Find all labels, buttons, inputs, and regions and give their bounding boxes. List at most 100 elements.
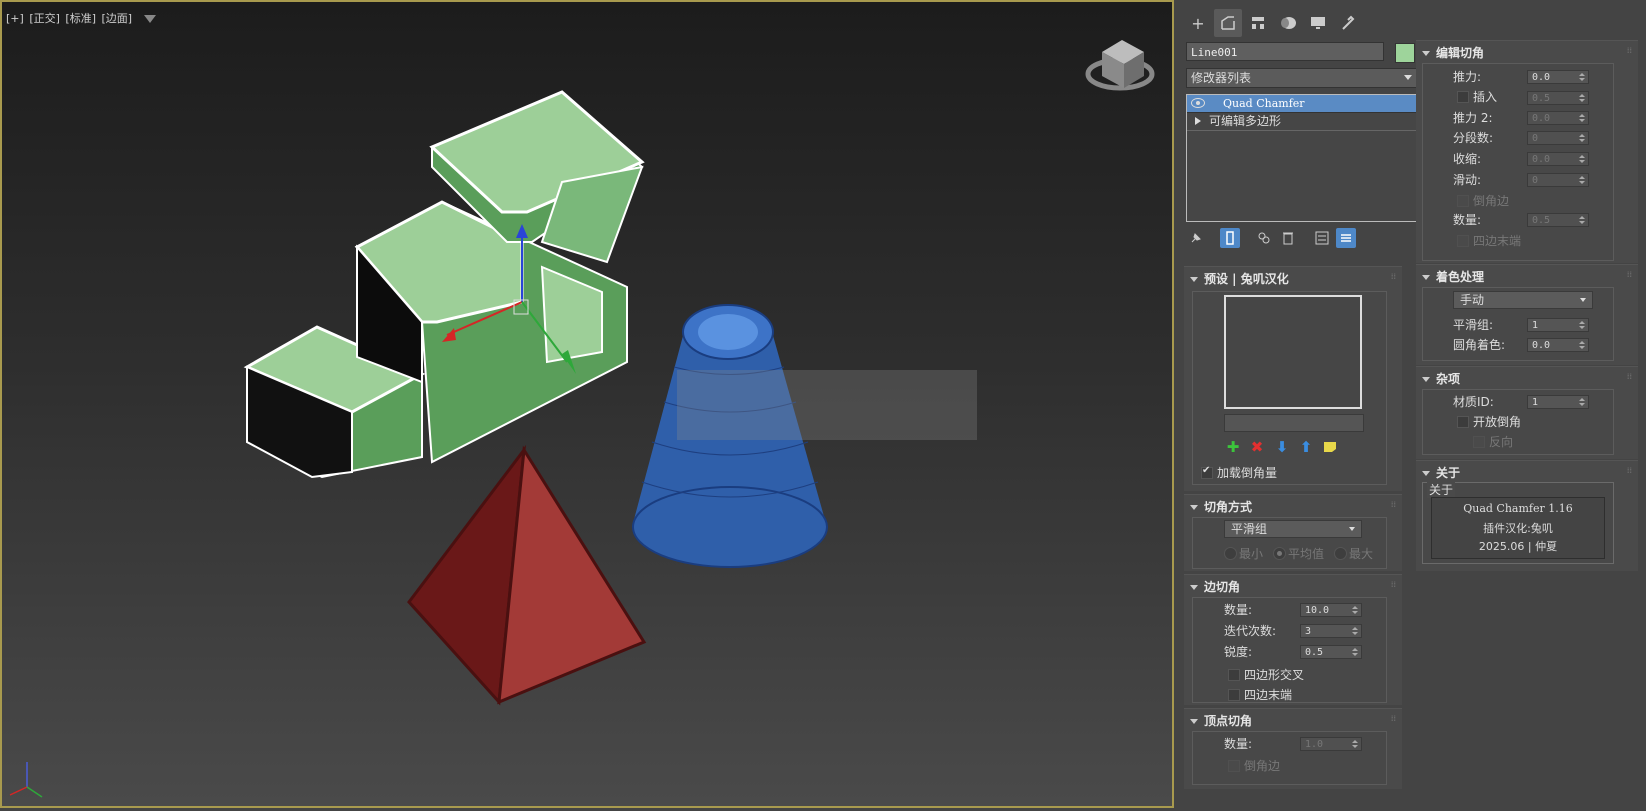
note-icon[interactable] — [1321, 438, 1339, 456]
vertex-amount-spinner[interactable]: 1.0 — [1300, 737, 1362, 751]
viewport-perspective[interactable]: [+] [正交] [标准] [边面] — [0, 0, 1174, 808]
edit-chamfer-rollout: 编辑切角 ⁞⁞ 推力: 0.0 插入 0.5 推力 2: 0.0 分段数: 0 … — [1416, 40, 1638, 263]
chamfer-type-group: 平滑组 最小 平均值 最大 — [1192, 517, 1387, 569]
show-end-result-icon[interactable] — [1220, 228, 1240, 248]
edge-chamfer-rollout: 边切角 ⁞⁞ 数量: 10.0 迭代次数: 3 锐度: 0.5 四边形交叉 四边… — [1184, 574, 1402, 705]
sharpness-spinner[interactable]: 0.5 — [1300, 645, 1362, 659]
iterations-label: 迭代次数: — [1224, 624, 1277, 638]
presets-rollout-header[interactable]: 预设 | 兔叽汉化 — [1190, 270, 1289, 287]
chamfer-type-dropdown[interactable]: 平滑组 — [1224, 520, 1362, 538]
collapse-triangle-icon — [1422, 377, 1430, 382]
about-header[interactable]: 关于 — [1422, 464, 1460, 481]
chamfered-step-object[interactable] — [243, 90, 645, 479]
stack-item-editable-poly[interactable]: 可编辑多边形 — [1187, 113, 1418, 131]
shading-mode-dropdown[interactable]: 手动 — [1453, 291, 1593, 309]
motion-tab-icon[interactable] — [1274, 9, 1302, 37]
slide-spinner[interactable]: 0 — [1527, 173, 1589, 187]
shrink-spinner[interactable]: 0.0 — [1527, 152, 1589, 166]
presets-rollout: 预设 | 兔叽汉化 ⁞⁞ ✚ ✖ ⬇ ⬆ 加载倒角量 — [1184, 266, 1402, 491]
pin-stack-icon[interactable] — [1186, 228, 1206, 248]
iterations-spinner[interactable]: 3 — [1300, 624, 1362, 638]
edge-amount-spinner[interactable]: 10.0 — [1300, 603, 1362, 617]
edit-quad-end-checkbox[interactable] — [1457, 235, 1469, 247]
expand-triangle-icon[interactable] — [1195, 117, 1201, 125]
insert-checkbox[interactable] — [1457, 91, 1469, 103]
radio-max[interactable] — [1334, 547, 1347, 560]
misc-title: 杂项 — [1436, 372, 1461, 386]
radio-min[interactable] — [1224, 547, 1237, 560]
vertex-chamfer-header[interactable]: 顶点切角 — [1190, 712, 1252, 729]
rollout-grip-icon[interactable]: ⁞⁞ — [1627, 270, 1632, 279]
quad-end-label: 四边末端 — [1244, 688, 1293, 702]
vertex-chamfer-title: 顶点切角 — [1204, 714, 1253, 728]
load-chamfer-checkbox[interactable] — [1201, 465, 1213, 479]
insert-spinner[interactable]: 0.5 — [1527, 91, 1589, 105]
make-unique-icon[interactable] — [1254, 228, 1274, 248]
radio-average-label: 平均值 — [1288, 547, 1325, 561]
misc-header[interactable]: 杂项 — [1422, 370, 1460, 387]
command-panel-tabs: + — [1176, 6, 1646, 40]
shrink-label: 收缩: — [1453, 152, 1482, 166]
push2-spinner[interactable]: 0.0 — [1527, 111, 1589, 125]
eye-icon[interactable] — [1191, 98, 1205, 108]
configure-sets-icon[interactable] — [1312, 228, 1332, 248]
command-panel: + Line001 修改器列表 Quad Chamfer 可编辑多边形 预设 |… — [1176, 0, 1646, 811]
about-info-box: Quad Chamfer 1.16 插件汉化:兔叽 2025.06 | 仲夏 — [1431, 497, 1605, 559]
chamfer-type-header[interactable]: 切角方式 — [1190, 498, 1252, 515]
modifier-list-view-icon[interactable] — [1336, 228, 1356, 248]
round-shading-spinner[interactable]: 0.0 — [1527, 338, 1589, 352]
edit-chamfer-group: 推力: 0.0 插入 0.5 推力 2: 0.0 分段数: 0 收缩: 0.0 … — [1422, 63, 1614, 261]
radio-average[interactable] — [1273, 547, 1286, 560]
utilities-tab-icon[interactable] — [1334, 9, 1362, 37]
modifier-list-dropdown[interactable]: 修改器列表 — [1186, 68, 1419, 88]
stack-toolbar — [1186, 228, 1419, 250]
chamfer-type-value: 平滑组 — [1231, 522, 1268, 536]
chamfer-edge-checkbox[interactable] — [1457, 195, 1469, 207]
material-id-label: 材质ID: — [1453, 395, 1494, 409]
delete-preset-icon[interactable]: ✖ — [1248, 438, 1266, 456]
about-title: 关于 — [1436, 466, 1461, 480]
shading-header[interactable]: 着色处理 — [1422, 268, 1484, 285]
hierarchy-tab-icon[interactable] — [1244, 9, 1272, 37]
open-chamfer-checkbox[interactable] — [1457, 416, 1469, 428]
remove-modifier-icon[interactable] — [1278, 228, 1298, 248]
rollout-grip-icon[interactable]: ⁞⁞ — [1391, 272, 1396, 281]
rollout-grip-icon[interactable]: ⁞⁞ — [1391, 500, 1396, 509]
modifier-stack[interactable]: Quad Chamfer 可编辑多边形 — [1186, 94, 1419, 222]
vertex-chamfer-edge-checkbox[interactable] — [1228, 760, 1240, 772]
stack-item-quad-chamfer[interactable]: Quad Chamfer — [1187, 95, 1418, 113]
pyramid-object[interactable] — [407, 444, 647, 706]
rollout-grip-icon[interactable]: ⁞⁞ — [1627, 46, 1632, 55]
quad-end-checkbox[interactable] — [1228, 689, 1240, 701]
create-tab-icon[interactable]: + — [1184, 9, 1212, 37]
segments-spinner[interactable]: 0 — [1527, 131, 1589, 145]
modify-tab-icon[interactable] — [1214, 9, 1242, 37]
scene-canvas — [9, 40, 1155, 798]
rollout-grip-icon[interactable]: ⁞⁞ — [1391, 714, 1396, 723]
edit-amount-spinner[interactable]: 0.5 — [1527, 213, 1589, 227]
collapse-triangle-icon — [1422, 275, 1430, 280]
material-id-spinner[interactable]: 1 — [1527, 395, 1589, 409]
display-tab-icon[interactable] — [1304, 9, 1332, 37]
segments-label: 分段数: — [1453, 131, 1494, 145]
add-preset-icon[interactable]: ✚ — [1224, 438, 1242, 456]
viewcube-icon[interactable] — [1085, 40, 1155, 91]
chamfer-type-title: 切角方式 — [1204, 500, 1253, 514]
move-up-icon[interactable]: ⬆ — [1297, 438, 1315, 456]
move-down-icon[interactable]: ⬇ — [1273, 438, 1291, 456]
preset-name-field[interactable] — [1224, 414, 1364, 432]
object-color-swatch[interactable] — [1395, 43, 1415, 63]
edge-chamfer-header[interactable]: 边切角 — [1190, 578, 1240, 595]
radio-min-label: 最小 — [1239, 547, 1264, 561]
object-name-field[interactable]: Line001 — [1186, 42, 1384, 61]
rollout-grip-icon[interactable]: ⁞⁞ — [1391, 580, 1396, 589]
reverse-checkbox[interactable] — [1473, 436, 1485, 448]
rollout-grip-icon[interactable]: ⁞⁞ — [1627, 466, 1632, 475]
stack-item-label: Quad Chamfer — [1223, 97, 1305, 110]
rollout-grip-icon[interactable]: ⁞⁞ — [1627, 372, 1632, 381]
push-spinner[interactable]: 0.0 — [1527, 70, 1589, 84]
quad-intersect-checkbox[interactable] — [1228, 669, 1240, 681]
smooth-group-spinner[interactable]: 1 — [1527, 318, 1589, 332]
edit-chamfer-header[interactable]: 编辑切角 — [1422, 44, 1484, 61]
presets-group: ✚ ✖ ⬇ ⬆ 加载倒角量 — [1192, 291, 1387, 485]
